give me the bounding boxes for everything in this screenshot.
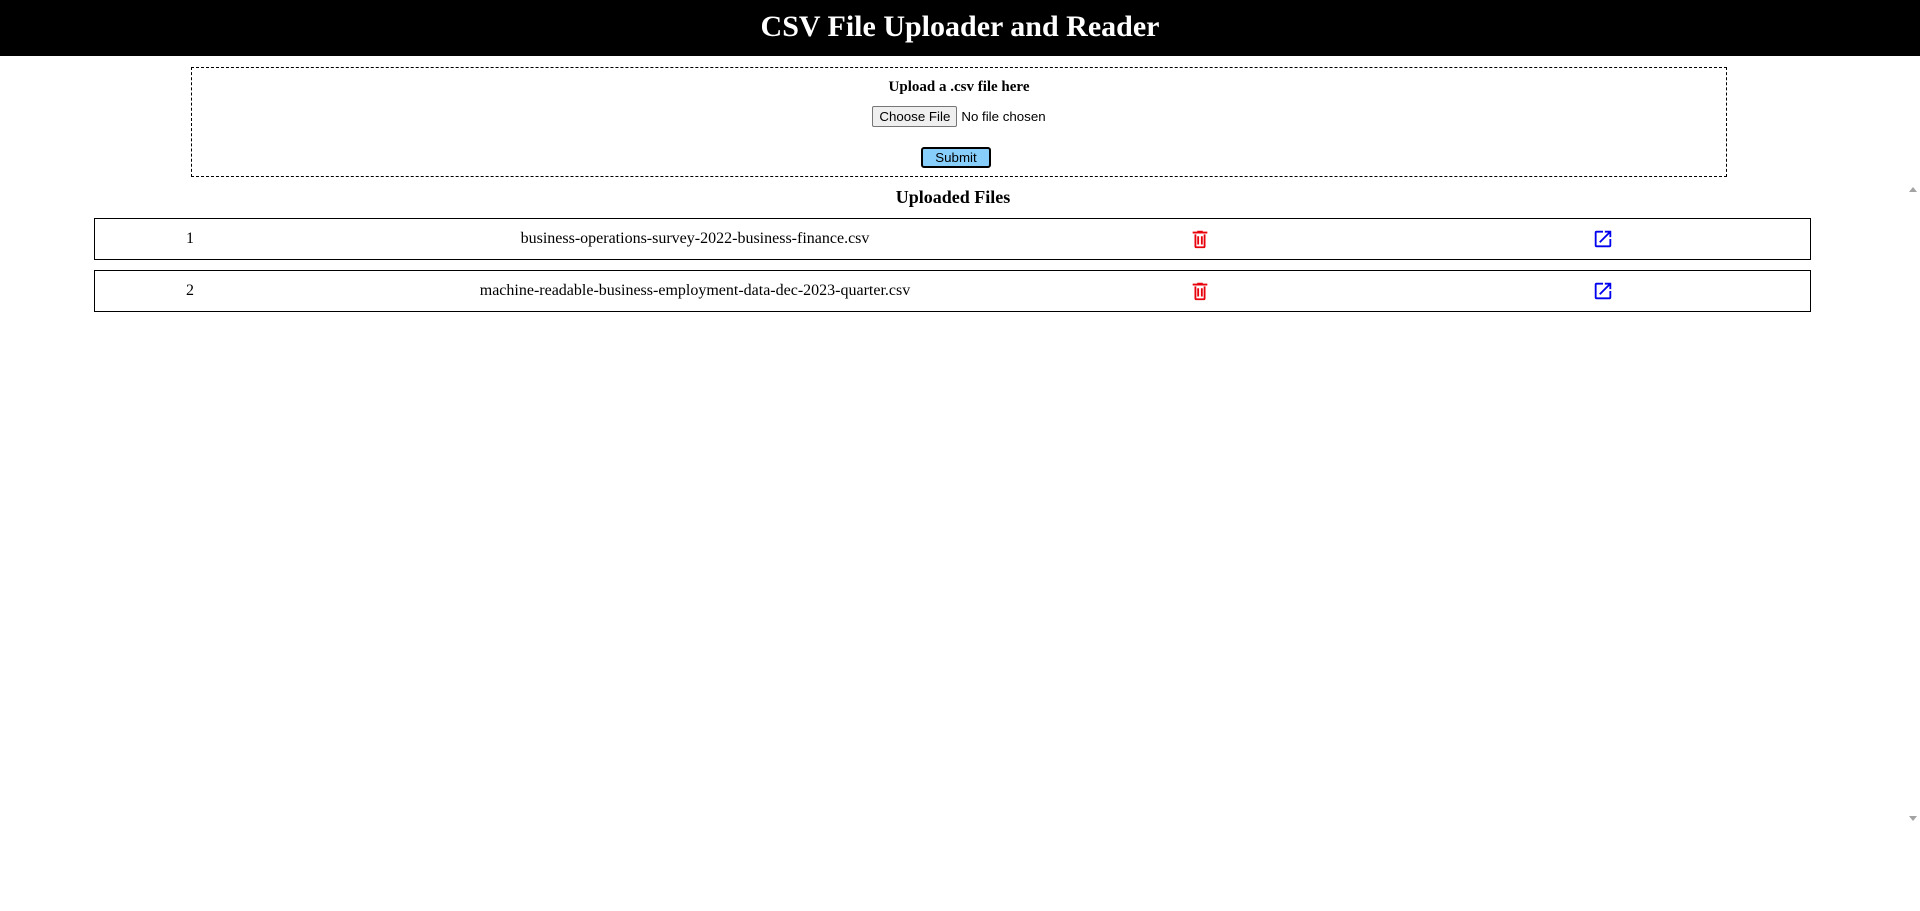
- trash-icon[interactable]: [1189, 280, 1211, 302]
- external-link-icon[interactable]: [1592, 280, 1614, 302]
- file-row: 2 machine-readable-business-employment-d…: [94, 270, 1811, 312]
- page-title: CSV File Uploader and Reader: [760, 10, 1160, 43]
- file-row: 1 business-operations-survey-2022-busine…: [94, 218, 1811, 260]
- upload-label: Upload a .csv file here: [888, 79, 1030, 95]
- app-header: CSV File Uploader and Reader: [0, 0, 1920, 56]
- file-input[interactable]: Choose File No file chosen: [192, 106, 1726, 127]
- trash-icon[interactable]: [1189, 228, 1211, 250]
- upload-panel: Upload a .csv file here Choose File No f…: [191, 67, 1727, 177]
- scroll-up-icon[interactable]: [1909, 187, 1917, 192]
- scroll-down-icon[interactable]: [1909, 816, 1917, 821]
- choose-file-button[interactable]: Choose File: [872, 106, 958, 127]
- file-status-text: No file chosen: [961, 109, 1046, 124]
- file-index: 2: [186, 282, 194, 299]
- file-index: 1: [186, 230, 194, 247]
- file-name: business-operations-survey-2022-business…: [520, 230, 870, 247]
- submit-button[interactable]: Submit: [921, 147, 991, 168]
- external-link-icon[interactable]: [1592, 228, 1614, 250]
- scrollbar[interactable]: [1906, 183, 1920, 825]
- uploaded-files-heading: Uploaded Files: [895, 187, 1011, 207]
- file-name: machine-readable-business-employment-dat…: [479, 282, 911, 299]
